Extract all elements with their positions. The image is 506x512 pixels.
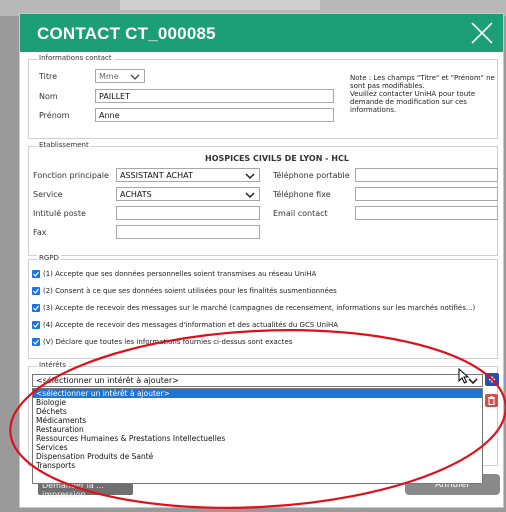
- fonction-select[interactable]: ASSISTANT ACHAT: [116, 168, 260, 182]
- tel-fixe-field[interactable]: [355, 187, 498, 201]
- add-interest-button[interactable]: [485, 373, 499, 386]
- intitule-field[interactable]: [116, 206, 260, 220]
- close-icon[interactable]: [469, 20, 495, 46]
- dropdown-option[interactable]: Transports: [33, 461, 482, 470]
- chevron-down-icon: [245, 192, 255, 199]
- dropdown-option[interactable]: Biologie: [33, 398, 482, 407]
- checkbox-checked-icon[interactable]: [32, 321, 40, 329]
- note-line: informations.: [350, 106, 397, 114]
- titre-value: Mme: [99, 72, 119, 81]
- mouse-cursor-icon: [458, 368, 470, 384]
- dropdown-option[interactable]: Restauration: [33, 425, 482, 434]
- service-value: ACHATS: [120, 190, 152, 199]
- informations-note: Note : Les champs "Titre" et "Prénom" ne…: [350, 74, 495, 114]
- intitule-label: Intitulé poste: [33, 209, 86, 218]
- dialog-title: CONTACT CT_000085: [37, 24, 216, 43]
- fax-label: Fax: [33, 228, 47, 237]
- titre-select[interactable]: Mme: [95, 69, 145, 83]
- tel-portable-label: Téléphone portable: [273, 171, 350, 180]
- note-line: Note : Les champs "Titre" et "Prénom" ne: [350, 74, 495, 82]
- dropdown-option[interactable]: Services: [33, 443, 482, 452]
- contact-dialog: CONTACT CT_000085 Informations contact T…: [19, 13, 504, 508]
- email-field[interactable]: [355, 206, 498, 220]
- chevron-down-icon: [130, 74, 140, 80]
- rgpd-consent-label: (3) Accepte de recevoir des messages sur…: [43, 304, 476, 312]
- rgpd-consent-label: (V) Déclare que toutes les informations …: [43, 338, 293, 346]
- note-line: demande de modification sur ces: [350, 98, 467, 106]
- nom-label: Nom: [39, 92, 58, 101]
- prenom-label: Prénom: [39, 111, 70, 120]
- dropdown-option[interactable]: Déchets: [33, 407, 482, 416]
- prenom-field[interactable]: Anne: [95, 108, 334, 122]
- background-strip: [120, 0, 320, 10]
- delete-interest-button[interactable]: [485, 394, 498, 407]
- checkbox-checked-icon[interactable]: [32, 304, 40, 312]
- trash-icon: [488, 396, 495, 405]
- rgpd-consent-label: (4) Accepte de recevoir des messages d'i…: [43, 321, 339, 329]
- tel-portable-field[interactable]: [355, 168, 498, 182]
- dropdown-option[interactable]: Dispensation Produits de Santé: [33, 452, 482, 461]
- checkbox-checked-icon[interactable]: [32, 287, 40, 295]
- interest-selected-value: <sélectionner un intérêt à ajouter>: [36, 376, 179, 385]
- service-select[interactable]: ACHATS: [116, 187, 260, 201]
- fonction-label: Fonction principale: [33, 171, 109, 180]
- organisation-name: HOSPICES CIVILS DE LYON - HCL: [205, 154, 349, 163]
- etablissement-legend: Etablissement: [37, 141, 91, 149]
- rgpd-consent-label: (1) Accepte que ses données personnelles…: [43, 270, 317, 278]
- interets-legend: Intérêts: [37, 361, 68, 369]
- rgpd-consent-label: (2) Consent à ce que ses données soient …: [43, 287, 337, 295]
- dropdown-option[interactable]: Médicaments: [33, 416, 482, 425]
- interest-dropdown-list: <sélectionner un intérêt à ajouter> Biol…: [32, 388, 483, 484]
- dialog-titlebar: CONTACT CT_000085: [20, 14, 503, 52]
- interest-select[interactable]: <sélectionner un intérêt à ajouter>: [32, 374, 483, 387]
- fonction-value: ASSISTANT ACHAT: [120, 171, 193, 180]
- dropdown-option[interactable]: <sélectionner un intérêt à ajouter>: [33, 389, 482, 398]
- note-line: Veuillez contacter UniHA pour toute: [350, 90, 476, 98]
- titre-label: Titre: [39, 72, 58, 81]
- chevron-down-icon: [245, 173, 255, 180]
- rgpd-legend: RGPD: [37, 254, 61, 262]
- fax-field[interactable]: [116, 225, 260, 239]
- tel-fixe-label: Téléphone fixe: [273, 190, 331, 199]
- email-label: Email contact: [273, 209, 328, 218]
- nom-field[interactable]: PAILLET: [95, 89, 334, 103]
- note-line: sont pas modifiables.: [350, 82, 425, 90]
- checkbox-checked-icon[interactable]: [32, 270, 40, 278]
- informations-legend: Informations contact: [37, 54, 114, 62]
- service-label: Service: [33, 190, 63, 199]
- checkbox-checked-icon[interactable]: [32, 338, 40, 346]
- plus-icon: [489, 376, 495, 383]
- dropdown-option[interactable]: Ressources Humaines & Prestations Intell…: [33, 434, 482, 443]
